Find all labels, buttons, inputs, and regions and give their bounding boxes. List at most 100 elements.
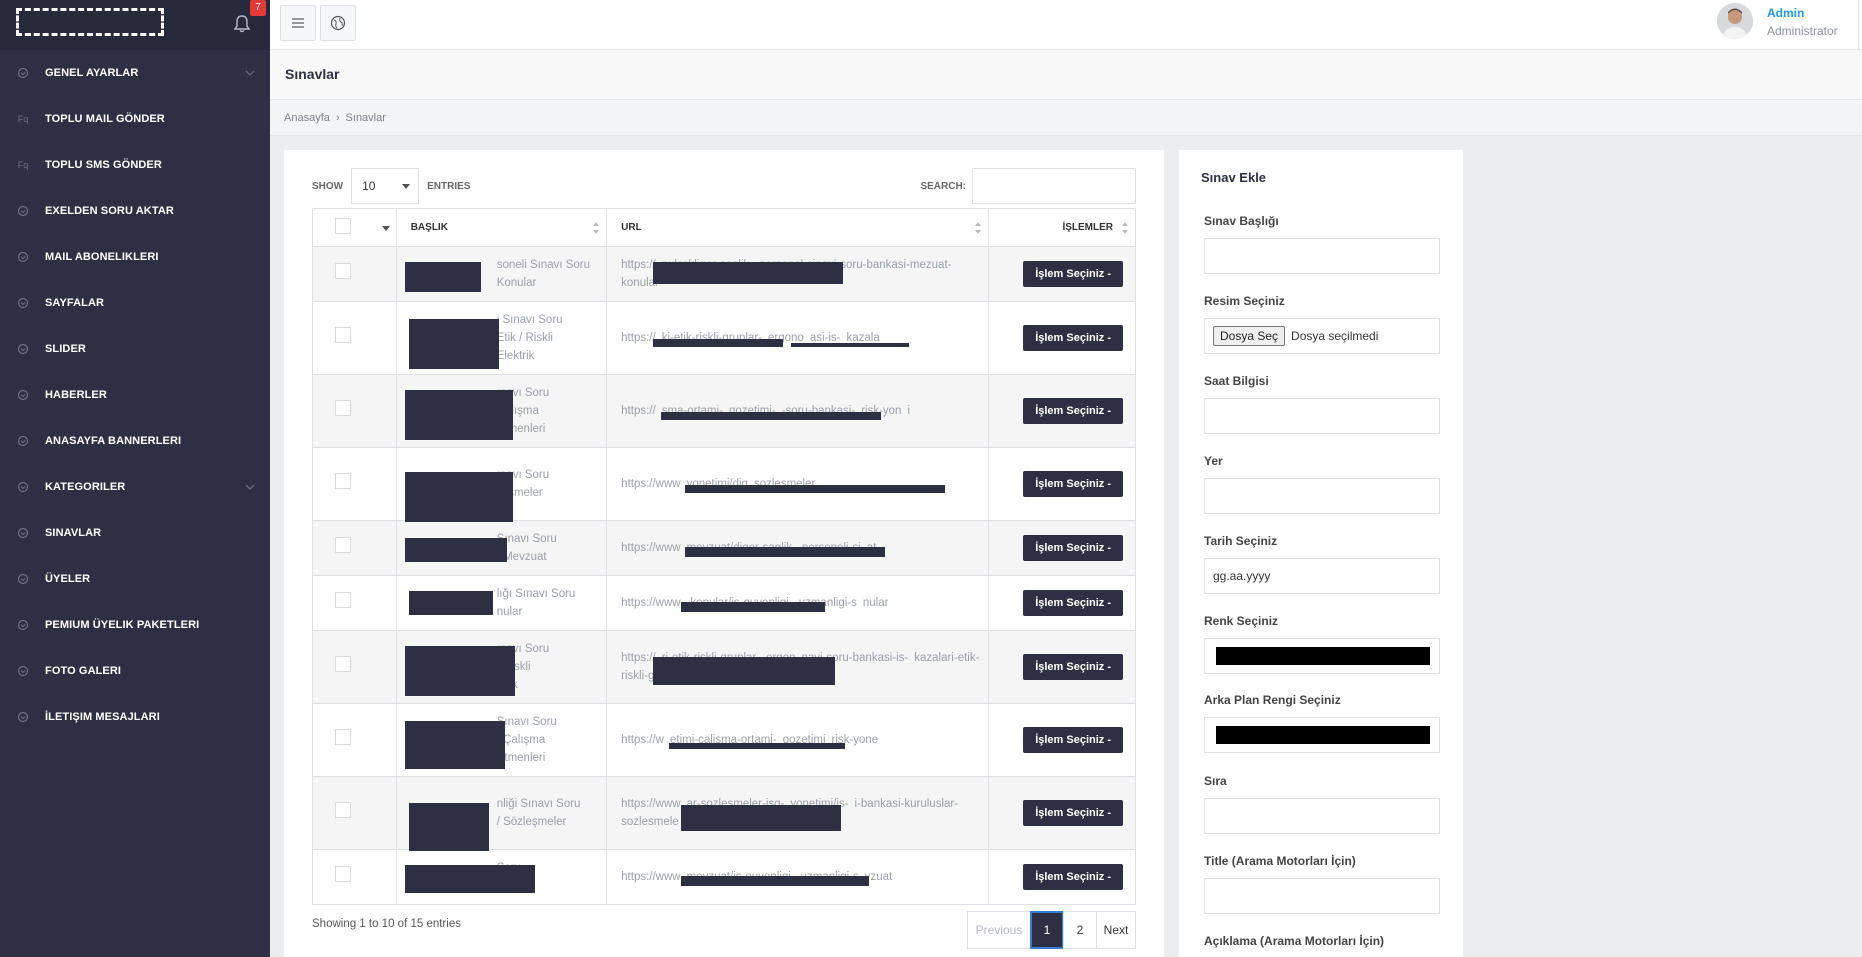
user-name[interactable]: Admin (1767, 6, 1804, 20)
color-swatch (1216, 647, 1430, 665)
choose-file-button[interactable]: Dosya Seç (1213, 326, 1286, 346)
sidebar-item-i-letişim-mesajlari[interactable]: İLETIŞIM MESAJLARI (0, 694, 270, 740)
row-checkbox[interactable] (335, 866, 351, 882)
page-header: Sınavlar (270, 50, 1862, 100)
row-checkbox[interactable] (335, 802, 351, 818)
action-select-button[interactable]: İşlem Seçiniz - (1023, 727, 1123, 753)
circle-icon (16, 526, 30, 540)
time-input[interactable] (1204, 398, 1440, 434)
pagination-previous[interactable]: Previous (967, 911, 1031, 949)
pagination-next[interactable]: Next (1096, 911, 1136, 949)
action-select-button[interactable]: İşlem Seçiniz - (1023, 325, 1123, 351)
table-row: Soruvzuathttps://wwwmevzuat/is-guvenligi… (312, 849, 1137, 905)
actions-cell: İşlem Seçiniz - (987, 374, 1137, 448)
order-input[interactable] (1204, 798, 1440, 834)
faq-icon: Fq (17, 114, 29, 124)
sidebar-item-exelden-soru-aktar[interactable]: EXELDEN SORU AKTAR (0, 188, 270, 234)
url-text-fragment: https://www (621, 871, 681, 883)
action-select-button[interactable]: İşlem Seçiniz - (1023, 864, 1123, 890)
sort-icon (593, 222, 600, 234)
pagination-page-2[interactable]: 2 (1063, 911, 1097, 949)
action-select-button[interactable]: İşlem Seçiniz - (1023, 471, 1123, 497)
row-select-cell (312, 374, 397, 448)
row-checkbox[interactable] (335, 729, 351, 745)
redaction-block (404, 865, 535, 893)
table-body: soneli Sınavı SoruKonularhttps://nular/d… (312, 246, 1137, 905)
column-header-url[interactable]: URL (606, 208, 989, 247)
menu-toggle-button[interactable] (280, 5, 316, 41)
row-checkbox[interactable] (335, 327, 351, 343)
circle-icon (16, 204, 30, 218)
sidebar-item-mail-abonelikleri[interactable]: MAIL ABONELIKLERI (0, 234, 270, 280)
sidebar-item-sayfalar[interactable]: SAYFALAR (0, 280, 270, 326)
action-select-button[interactable]: İşlem Seçiniz - (1023, 535, 1123, 561)
action-select-button[interactable]: İşlem Seçiniz - (1023, 398, 1123, 424)
column-header-title[interactable]: BAŞLIK (395, 208, 608, 247)
table-row: Sınavı Soru/ Mevzuathttps://wwwmevzuat/d… (312, 520, 1137, 576)
sidebar-item-toplu-mail-gönder[interactable]: Fq TOPLU MAIL GÖNDER (0, 96, 270, 142)
column-header-actions[interactable]: İŞLEMLER (987, 208, 1137, 247)
sidebar-item-sinavlar[interactable]: SINAVLAR (0, 510, 270, 556)
row-checkbox[interactable] (335, 400, 351, 416)
circle-icon (16, 618, 30, 632)
chevron-down-icon[interactable] (244, 67, 256, 79)
action-select-button[interactable]: İşlem Seçiniz - (1023, 800, 1123, 826)
place-input[interactable] (1204, 478, 1440, 514)
table-row: i Sınavı Soru Etik / Riskli Elektrik https:… (312, 301, 1137, 375)
bg-color-input[interactable] (1204, 717, 1440, 753)
row-checkbox[interactable] (335, 592, 351, 608)
date-input[interactable]: gg.aa.yyyy (1204, 558, 1440, 594)
actions-cell: İşlem Seçiniz - (987, 301, 1137, 375)
logo[interactable] (16, 8, 164, 36)
sidebar-item-label: İLETIŞIM MESAJLARI (45, 711, 160, 723)
caret-down-icon[interactable] (381, 226, 390, 231)
color-input[interactable] (1204, 638, 1440, 674)
show-label: SHOW (312, 180, 344, 192)
image-file-input[interactable]: Dosya Seç Dosya seçilmedi (1204, 318, 1440, 354)
url-text-fragment: https:// (621, 405, 656, 417)
pagination-page-1[interactable]: 1 (1030, 911, 1064, 949)
exam-title-input[interactable] (1204, 238, 1440, 274)
sidebar-item-üyeler[interactable]: ÜYELER (0, 556, 270, 602)
sidebar-item-anasayfa-bannerleri[interactable]: ANASAYFA BANNERLERI (0, 418, 270, 464)
row-checkbox[interactable] (335, 263, 351, 279)
page-length-select[interactable]: 10 (351, 168, 420, 204)
sidebar-item-pemium-üyelik-paketleri[interactable]: PEMIUM ÜYELIK PAKETLERI (0, 602, 270, 648)
url-text-fragment: https://w (621, 734, 664, 746)
search-input[interactable] (972, 168, 1136, 204)
seo-title-input[interactable] (1204, 878, 1440, 914)
bell-icon[interactable] (232, 14, 252, 34)
sidebar-item-kategoriler[interactable]: KATEGORILER (0, 464, 270, 510)
sidebar-item-toplu-sms-gönder[interactable]: Fq TOPLU SMS GÖNDER (0, 142, 270, 188)
sidebar-item-slider[interactable]: SLIDER (0, 326, 270, 372)
row-checkbox[interactable] (335, 473, 351, 489)
sidebar-item-genel-ayarlar[interactable]: GENEL AYARLAR (0, 50, 270, 96)
url-text-fragment: https://www (621, 478, 681, 490)
sidebar-item-label: KATEGORILER (45, 481, 126, 493)
row-checkbox[interactable] (335, 537, 351, 553)
redaction-block (653, 262, 844, 284)
website-button[interactable] (320, 5, 356, 41)
action-select-button[interactable]: İşlem Seçiniz - (1023, 261, 1123, 287)
avatar[interactable] (1717, 3, 1753, 39)
breadcrumb-home[interactable]: Anasayfa (284, 112, 330, 124)
redaction-block (404, 646, 515, 696)
action-select-button[interactable]: İşlem Seçiniz - (1023, 654, 1123, 680)
pagination: Previous 1 2 Next (967, 911, 1136, 949)
chevron-down-icon[interactable] (244, 481, 256, 493)
sidebar-item-haberler[interactable]: HABERLER (0, 372, 270, 418)
form-title: Sınav Ekle (1201, 170, 1267, 185)
redaction-block (653, 339, 784, 347)
select-all-checkbox[interactable] (335, 218, 351, 234)
url-text-fragment: sozlesmele (621, 816, 679, 828)
url-text-fragment: https://www (621, 597, 681, 609)
url-cell: https://sma-ortami-gozetimi- -soru-bankas… (606, 374, 989, 448)
actions-cell: İşlem Seçiniz - (987, 630, 1137, 704)
select-all-header[interactable] (312, 208, 397, 247)
sidebar-item-label: ANASAYFA BANNERLERI (45, 435, 182, 447)
action-select-button[interactable]: İşlem Seçiniz - (1023, 590, 1123, 616)
row-checkbox[interactable] (335, 656, 351, 672)
sidebar-item-foto-galeri[interactable]: FOTO GALERI (0, 648, 270, 694)
redaction-block (669, 743, 846, 749)
file-status: Dosya seçilmedi (1291, 329, 1379, 343)
